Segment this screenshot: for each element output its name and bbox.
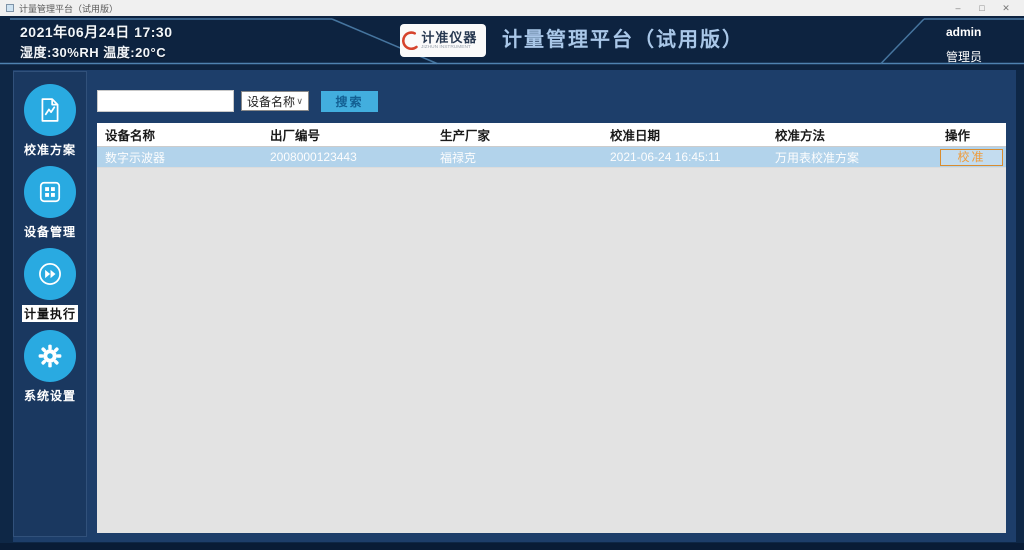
cell-manufacturer: 福禄克 <box>440 150 477 165</box>
metering-execution-button[interactable] <box>23 248 76 300</box>
calibrate-button[interactable]: 校准 <box>940 148 1003 166</box>
app-icon <box>6 4 14 12</box>
search-input[interactable] <box>97 90 234 112</box>
user-panel: admin 管理员 <box>946 25 982 65</box>
sidebar-item-calibration-plan[interactable]: 校准方案 <box>23 84 76 158</box>
sidebar-item-label: 计量执行 <box>21 305 78 322</box>
window-title: 计量管理平台（试用版） <box>19 3 119 14</box>
search-button[interactable]: 搜索 <box>321 90 378 112</box>
column-header-calibration-date: 校准日期 <box>610 129 661 143</box>
column-header-manufacturer: 生产厂家 <box>440 129 491 143</box>
system-settings-button[interactable] <box>23 330 76 382</box>
app-header: 2021年06月24日 17:30 湿度:30%RH 温度:20°C 计准仪器 … <box>0 16 1024 70</box>
username-label: admin <box>945 25 982 39</box>
logo-swoosh-icon <box>402 30 419 50</box>
device-management-grid-icon <box>39 181 61 203</box>
chevron-down-icon: ∨ <box>296 95 303 106</box>
brand-area: 计准仪器 JIZHUN INSTRUMENT 计量管理平台（试用版） <box>400 24 744 57</box>
sidebar-item-metering-execution[interactable]: 计量执行 <box>21 248 78 322</box>
column-header-serial-number: 出厂编号 <box>270 129 321 143</box>
environment-panel: 2021年06月24日 17:30 湿度:30%RH 温度:20°C <box>20 21 173 63</box>
column-header-calibration-method: 校准方法 <box>775 129 826 143</box>
table-row[interactable]: 数字示波器 2008000123443 福禄克 2021-06-24 16:45… <box>97 147 1006 168</box>
titlebar: 计量管理平台（试用版） – □ ✕ <box>0 0 1024 16</box>
page-title: 计量管理平台（试用版） <box>502 29 744 51</box>
search-bar: 设备名称 ∨ 搜索 <box>97 90 378 112</box>
minimize-button[interactable]: – <box>946 0 970 16</box>
sidebar-item-system-settings[interactable]: 系统设置 <box>23 330 76 404</box>
cell-calibration-method: 万用表校准方案 <box>775 150 860 165</box>
cell-serial-number: 2008000123443 <box>270 150 357 164</box>
close-button[interactable]: ✕ <box>994 0 1018 16</box>
table-header-row: 设备名称 出厂编号 生产厂家 校准日期 校准方法 操作 <box>97 123 1006 147</box>
app-window: 计量管理平台（试用版） – □ ✕ 2021年06月24日 17:30 湿度:3… <box>0 0 1024 550</box>
datetime-label: 2021年06月24日 17:30 <box>20 24 173 40</box>
column-header-operation: 操作 <box>945 129 971 143</box>
logo-subtext: JIZHUN INSTRUMENT <box>421 44 472 50</box>
device-management-button[interactable] <box>23 166 76 218</box>
sidebar-item-label: 系统设置 <box>23 389 76 403</box>
maximize-button[interactable]: □ <box>970 0 994 16</box>
window-bottom-edge <box>0 543 1024 550</box>
calibration-plan-document-icon <box>41 98 59 122</box>
search-field-select[interactable]: 设备名称 ∨ <box>241 91 309 111</box>
cell-calibration-date: 2021-06-24 16:45:11 <box>610 150 721 164</box>
device-table: 设备名称 出厂编号 生产厂家 校准日期 校准方法 操作 数字示波器 200800… <box>97 123 1006 533</box>
system-settings-gear-icon <box>38 344 62 368</box>
metering-execution-fastforward-icon <box>39 263 61 285</box>
logo-text: 计准仪器 <box>421 29 478 45</box>
sidebar-item-label: 设备管理 <box>23 225 76 239</box>
sidebar-item-device-management[interactable]: 设备管理 <box>23 166 76 240</box>
cell-device-name: 数字示波器 <box>105 150 166 165</box>
company-logo: 计准仪器 JIZHUN INSTRUMENT <box>400 24 486 57</box>
humidity-temperature-label: 湿度:30%RH 温度:20°C <box>20 45 167 60</box>
search-field-selected-value: 设备名称 <box>247 94 296 109</box>
user-role-label: 管理员 <box>945 50 982 64</box>
column-header-device-name: 设备名称 <box>105 129 156 143</box>
sidebar-item-label: 校准方案 <box>23 143 76 157</box>
calibration-plan-button[interactable] <box>23 84 76 136</box>
sidebar: 校准方案 设备管理 计量执行 系统设置 <box>13 71 87 537</box>
